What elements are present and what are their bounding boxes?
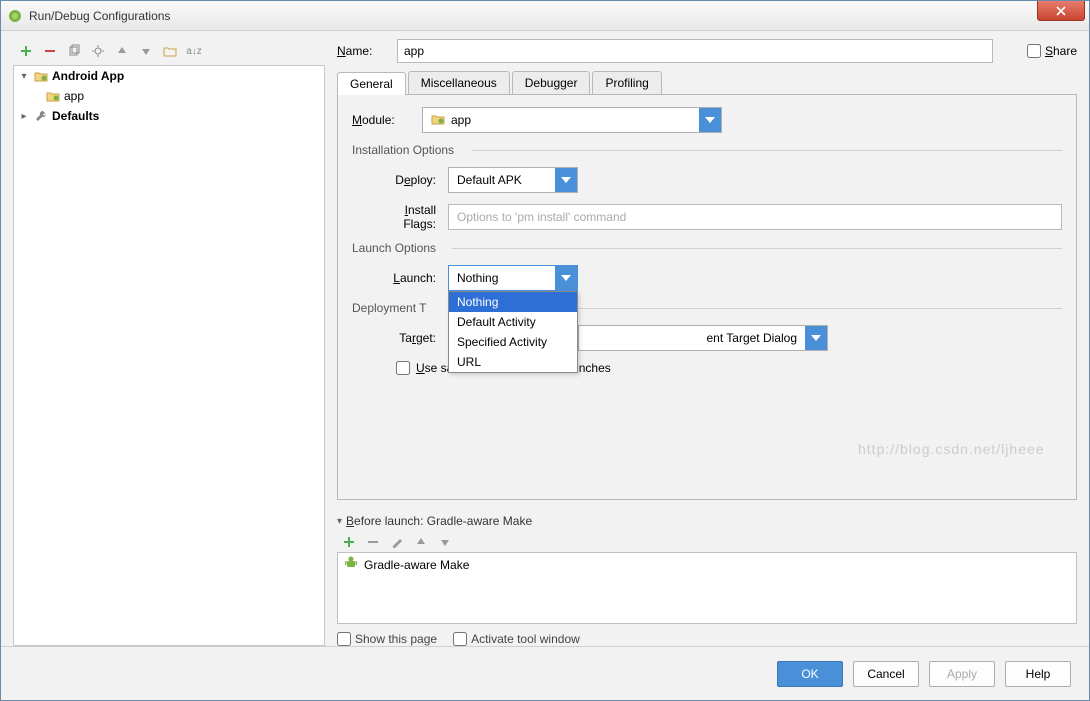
launch-value: Nothing — [457, 271, 498, 285]
tab-debugger[interactable]: Debugger — [512, 71, 591, 94]
deploy-value: Default APK — [457, 173, 522, 187]
config-tree[interactable]: ▾ Android App app ▸ Defaults — [13, 65, 325, 646]
name-input[interactable] — [397, 39, 993, 63]
name-row: Name: Share — [337, 39, 1077, 63]
help-button[interactable]: Help — [1005, 661, 1071, 687]
activate-window-checkbox[interactable] — [453, 632, 467, 646]
chevron-down-icon[interactable] — [805, 326, 827, 350]
move-down-icon[interactable] — [137, 42, 155, 60]
deploy-row: Deploy: Default APK — [352, 167, 1062, 193]
down-task-icon[interactable] — [437, 534, 453, 550]
tree-label: Android App — [52, 69, 124, 83]
launch-label: Launch: — [352, 271, 448, 285]
chevron-down-icon[interactable] — [555, 266, 577, 290]
list-item[interactable]: Gradle-aware Make — [338, 553, 1076, 576]
install-flags-input[interactable] — [448, 204, 1062, 230]
dropdown-option[interactable]: Nothing — [449, 292, 577, 312]
target-value: ent Target Dialog — [706, 331, 797, 345]
up-task-icon[interactable] — [413, 534, 429, 550]
watermark: http://blog.csdn.net/ljheee — [858, 441, 1045, 457]
android-icon — [344, 556, 358, 573]
activate-window-label: Activate tool window — [471, 632, 580, 646]
before-launch-list[interactable]: Gradle-aware Make — [337, 552, 1077, 624]
titlebar: Run/Debug Configurations — [1, 1, 1089, 31]
module-label: Module: — [352, 113, 422, 127]
footer-checks: Show this page Activate tool window — [337, 632, 1077, 646]
launch-dropdown: Nothing Default Activity Specified Activ… — [448, 291, 578, 373]
app-folder-icon — [45, 88, 61, 104]
dialog-window: Run/Debug Configurations a↓z ▾ Android — [0, 0, 1090, 701]
remove-config-icon[interactable] — [41, 42, 59, 60]
folder-icon[interactable] — [161, 42, 179, 60]
window-title: Run/Debug Configurations — [29, 9, 170, 23]
collapse-icon: ▾ — [337, 516, 342, 527]
deploy-combo[interactable]: Default APK — [448, 167, 578, 193]
launch-combo[interactable]: Nothing — [448, 265, 578, 291]
tab-profiling[interactable]: Profiling — [592, 71, 661, 94]
move-up-icon[interactable] — [113, 42, 131, 60]
before-launch-header[interactable]: ▾ Before launch: Gradle-aware Make — [337, 514, 1077, 528]
tree-node-android-app[interactable]: ▾ Android App — [14, 66, 324, 86]
copy-config-icon[interactable] — [65, 42, 83, 60]
content-area: a↓z ▾ Android App app ▸ Defaults — [1, 31, 1089, 646]
task-label: Gradle-aware Make — [364, 558, 469, 572]
install-flags-label: Install Flags: — [352, 203, 448, 231]
before-launch-section: ▾ Before launch: Gradle-aware Make Gradl… — [337, 514, 1077, 646]
launch-row: Launch: Nothing Nothing Default Activity… — [352, 265, 1062, 291]
app-icon — [7, 8, 23, 24]
show-page-checkbox[interactable] — [337, 632, 351, 646]
dropdown-option[interactable]: Specified Activity — [449, 332, 577, 352]
install-section-label: Installation Options — [352, 143, 1062, 157]
share-label: Share — [1045, 44, 1077, 58]
show-page-label: Show this page — [355, 632, 437, 646]
remove-task-icon[interactable] — [365, 534, 381, 550]
same-device-checkbox[interactable] — [396, 361, 410, 375]
before-launch-toolbar — [337, 532, 1077, 552]
chevron-down-icon[interactable] — [699, 108, 721, 132]
edit-task-icon[interactable] — [389, 534, 405, 550]
wrench-icon — [33, 108, 49, 124]
cancel-button[interactable]: Cancel — [853, 661, 919, 687]
ok-button[interactable]: OK — [777, 661, 843, 687]
android-folder-icon — [33, 68, 49, 84]
tab-body: Module: app Installation Options Deploy:… — [337, 95, 1077, 500]
button-bar: OK Cancel Apply Help — [1, 646, 1089, 700]
module-folder-icon — [431, 112, 445, 129]
right-panel: Name: Share General Miscellaneous Debugg… — [325, 39, 1077, 646]
module-row: Module: app — [352, 107, 1062, 133]
tree-node-defaults[interactable]: ▸ Defaults — [14, 106, 324, 126]
launch-section-label: Launch Options — [352, 241, 1062, 255]
left-panel: a↓z ▾ Android App app ▸ Defaults — [13, 39, 325, 646]
deploy-label: Deploy: — [352, 173, 448, 187]
tree-label: app — [64, 89, 84, 103]
close-button[interactable] — [1037, 1, 1085, 21]
chevron-down-icon[interactable] — [555, 168, 577, 192]
sort-icon[interactable]: a↓z — [185, 42, 203, 60]
tab-miscellaneous[interactable]: Miscellaneous — [408, 71, 510, 94]
target-combo[interactable]: ent Target Dialog — [578, 325, 828, 351]
tree-label: Defaults — [52, 109, 99, 123]
add-task-icon[interactable] — [341, 534, 357, 550]
add-config-icon[interactable] — [17, 42, 35, 60]
expand-icon[interactable]: ▾ — [18, 71, 30, 82]
dropdown-option[interactable]: Default Activity — [449, 312, 577, 332]
dropdown-option[interactable]: URL — [449, 352, 577, 372]
settings-icon[interactable] — [89, 42, 107, 60]
before-launch-label: Before launch: Gradle-aware Make — [346, 514, 532, 528]
tabbar: General Miscellaneous Debugger Profiling — [337, 71, 1077, 95]
expand-icon[interactable]: ▸ — [18, 111, 30, 122]
share-checkbox[interactable] — [1027, 44, 1041, 58]
install-flags-row: Install Flags: — [352, 203, 1062, 231]
tab-general[interactable]: General — [337, 72, 406, 95]
tree-toolbar: a↓z — [13, 39, 325, 63]
share-checkbox-wrap: Share — [1027, 44, 1077, 58]
module-value: app — [451, 113, 471, 127]
tree-node-app[interactable]: app — [14, 86, 324, 106]
module-combo[interactable]: app — [422, 107, 722, 133]
apply-button[interactable]: Apply — [929, 661, 995, 687]
name-label: Name: — [337, 44, 387, 58]
target-label: Target: — [352, 331, 448, 345]
